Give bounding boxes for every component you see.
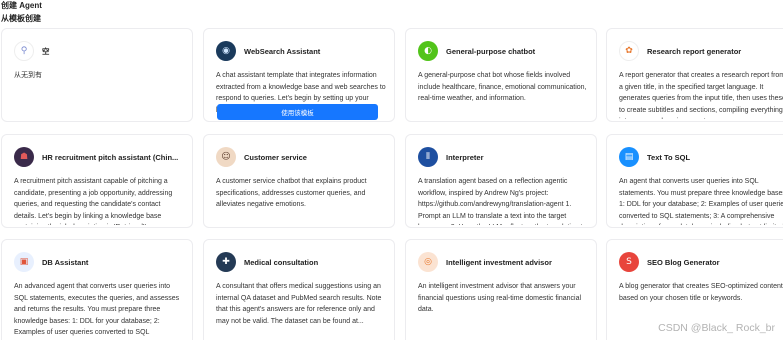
sql-database-icon: ▤: [619, 147, 639, 167]
template-grid: ⚲ 空从无到有 ◉ WebSearch Assistant A chat assista…: [0, 27, 783, 340]
database-icon: ▣: [14, 252, 34, 272]
template-card-blank[interactable]: ⚲ 空从无到有: [1, 28, 193, 122]
card-title: Research report generator: [647, 46, 742, 56]
card-title: Customer service: [244, 152, 307, 162]
section-title: 从模板创建: [1, 14, 41, 23]
chatbot-icon: ◐: [418, 41, 438, 61]
page: 创建 Agent 从模板创建 ⚲ 空从无到有 ◉ WebSearch Assistan…: [0, 0, 783, 340]
watermark: CSDN @Black_ Rock_br: [658, 322, 775, 334]
card-description: An agent that converts user queries into…: [619, 178, 783, 225]
card-title: WebSearch Assistant: [244, 46, 321, 56]
template-card-intelligent-investment-advisor[interactable]: ◎ Intelligent investment advisor An intell…: [405, 239, 597, 340]
card-description: A consultant that offers medical suggest…: [216, 283, 382, 325]
card-header: ✚ Medical consultation: [216, 252, 318, 272]
card-title: 空: [42, 46, 50, 56]
card-header: ▤ Text To SQL: [619, 147, 690, 167]
report-icon: ✿: [619, 41, 639, 61]
agent-avatar-icon: ☺: [216, 147, 236, 167]
card-description: An advanced agent that converts user que…: [14, 283, 180, 336]
card-description: 从无到有: [14, 72, 42, 79]
recruiter-icon: ☗: [14, 147, 34, 167]
template-card-hr-recruitment-pitch-assistant[interactable]: ☗ HR recruitment pitch assistant (Chin...…: [1, 134, 193, 228]
template-card-interpreter[interactable]: ⦀ Interpreter A translation agent based on…: [405, 134, 597, 228]
card-header: ◉ WebSearch Assistant: [216, 41, 320, 61]
template-card-general-purpose-chatbot[interactable]: ◐ General-purpose chatbot A general-purpos…: [405, 28, 597, 122]
card-title: Intelligent investment advisor: [446, 257, 552, 267]
seo-blog-icon: S: [619, 252, 639, 272]
card-header: ◎ Intelligent investment advisor: [418, 252, 552, 272]
card-header: ◐ General-purpose chatbot: [418, 41, 535, 61]
card-title: SEO Blog Generator: [647, 257, 720, 267]
card-header: ⚲ 空: [14, 41, 50, 61]
card-header: ▣ DB Assistant: [14, 252, 88, 272]
medical-icon: ✚: [216, 252, 236, 272]
card-header: S SEO Blog Generator: [619, 252, 720, 272]
card-description: A report generator that creates a resear…: [619, 72, 783, 119]
template-card-medical-consultation[interactable]: ✚ Medical consultation A consultant that o…: [203, 239, 395, 340]
investment-icon: ◎: [418, 252, 438, 272]
card-header: ☗ HR recruitment pitch assistant (Chin...: [14, 147, 178, 167]
template-card-db-assistant[interactable]: ▣ DB Assistant An advanced agent that conv…: [1, 239, 193, 340]
card-description: An intelligent investment advisor that a…: [418, 283, 582, 313]
card-description: A general-purpose chat bot whose fields …: [418, 72, 587, 102]
card-description: A translation agent based on a reflectio…: [418, 178, 587, 225]
page-title: 创建 Agent: [1, 1, 42, 10]
card-header: ⦀ Interpreter: [418, 147, 484, 167]
card-header: ☺ Customer service: [216, 147, 307, 167]
card-title: HR recruitment pitch assistant (Chin...: [42, 152, 179, 162]
template-card-customer-service[interactable]: ☺ Customer service A customer service chat…: [203, 134, 395, 228]
card-title: Text To SQL: [647, 152, 691, 162]
card-title: General-purpose chatbot: [446, 46, 536, 56]
globe-icon: ◉: [216, 41, 236, 61]
card-title: DB Assistant: [42, 257, 89, 267]
template-card-text-to-sql[interactable]: ▤ Text To SQL An agent that converts user …: [606, 134, 783, 228]
template-card-research-report-generator[interactable]: ✿ Research report generator A report gener…: [606, 28, 783, 122]
card-header: ✿ Research report generator: [619, 41, 741, 61]
card-description: A customer service chatbot that explains…: [216, 178, 367, 208]
magic-wand-icon: ⚲: [14, 41, 34, 61]
card-description: A recruitment pitch assistant capable of…: [14, 178, 173, 225]
interpreter-icon: ⦀: [418, 147, 438, 167]
card-title: Interpreter: [446, 152, 484, 162]
use-template-button[interactable]: 使用该模板: [217, 104, 378, 120]
card-title: Medical consultation: [244, 257, 319, 267]
